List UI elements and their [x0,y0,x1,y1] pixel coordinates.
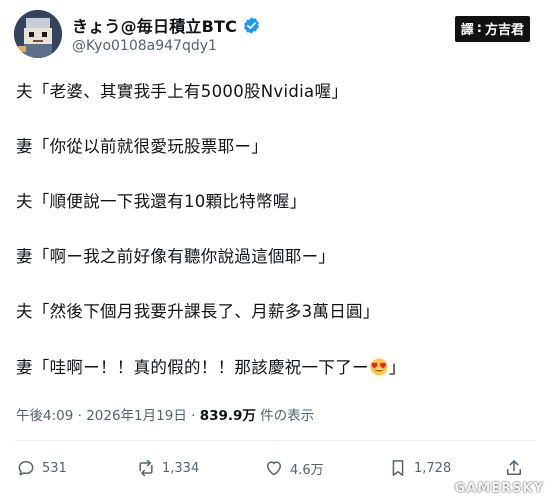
post-line-text: 妻「哇啊ー！！真的假的！！那該慶祝一下了ー [16,358,369,377]
views-label: 件の表示 [255,408,315,424]
translator-name: 方吉君 [484,23,524,38]
post-line: 夫「順便說一下我還有10顆比特幣喔」 [16,192,307,211]
reply-button[interactable]: 531 [16,458,67,478]
handle[interactable]: @Kyo0108a947qdy1 [72,38,217,54]
heart-eyes-emoji-icon [370,358,388,376]
translator-label: 譯 [460,23,474,38]
action-bar: 531 1,334 4.6万 1,728 [16,458,526,488]
post-line: 妻「啊ー我之前好像有聽你說過這個耶ー」 [16,247,336,266]
heart-icon [267,461,281,476]
pixel-avatar-icon [14,10,62,58]
tweet-meta: 午後4:09 · 2026年1月19日 · 839.9万 件の表示 [16,404,314,424]
share-button[interactable] [504,458,530,478]
views-count: 839.9万 [199,408,256,424]
tweet-header: きょう@毎日積立BTC @Kyo0108a947qdy1 譯 : 方吉君 [14,10,536,66]
post-line-last: 妻「哇啊ー！！真的假的！！那該慶祝一下了ー 」 [16,354,406,378]
bookmark-icon [392,460,404,476]
verified-badge-icon [244,16,260,34]
bookmark-button[interactable]: 1,728 [388,458,451,478]
repost-icon [139,459,153,477]
like-count: 4.6万 [290,462,324,478]
translator-separator: : [476,21,482,36]
watermark: GAMERSKY [454,481,544,496]
bookmark-count: 1,728 [414,460,452,476]
avatar[interactable] [14,10,62,58]
display-name[interactable]: きょう@毎日積立BTC [72,13,237,37]
reply-count: 531 [42,460,67,476]
reply-icon [18,461,34,476]
post-line: 夫「然後下個月我要升課長了、月薪多3萬日圓」 [16,302,380,321]
repost-button[interactable]: 1,334 [136,458,199,478]
share-icon [507,460,521,475]
name-row: きょう@毎日積立BTC [72,13,261,37]
timestamp[interactable]: 午後4:09 · 2026年1月19日 · [16,408,200,424]
divider [14,440,536,441]
post-line: 夫「老婆、其實我手上有5000股Nvidia喔」 [16,82,349,101]
translator-credit: 譯 : 方吉君 [454,16,530,42]
like-button[interactable]: 4.6万 [264,458,324,478]
post-line: 妻「你從以前就很愛玩股票耶ー」 [16,137,268,156]
repost-count: 1,334 [162,460,200,476]
post-line-text: 」 [388,358,406,377]
